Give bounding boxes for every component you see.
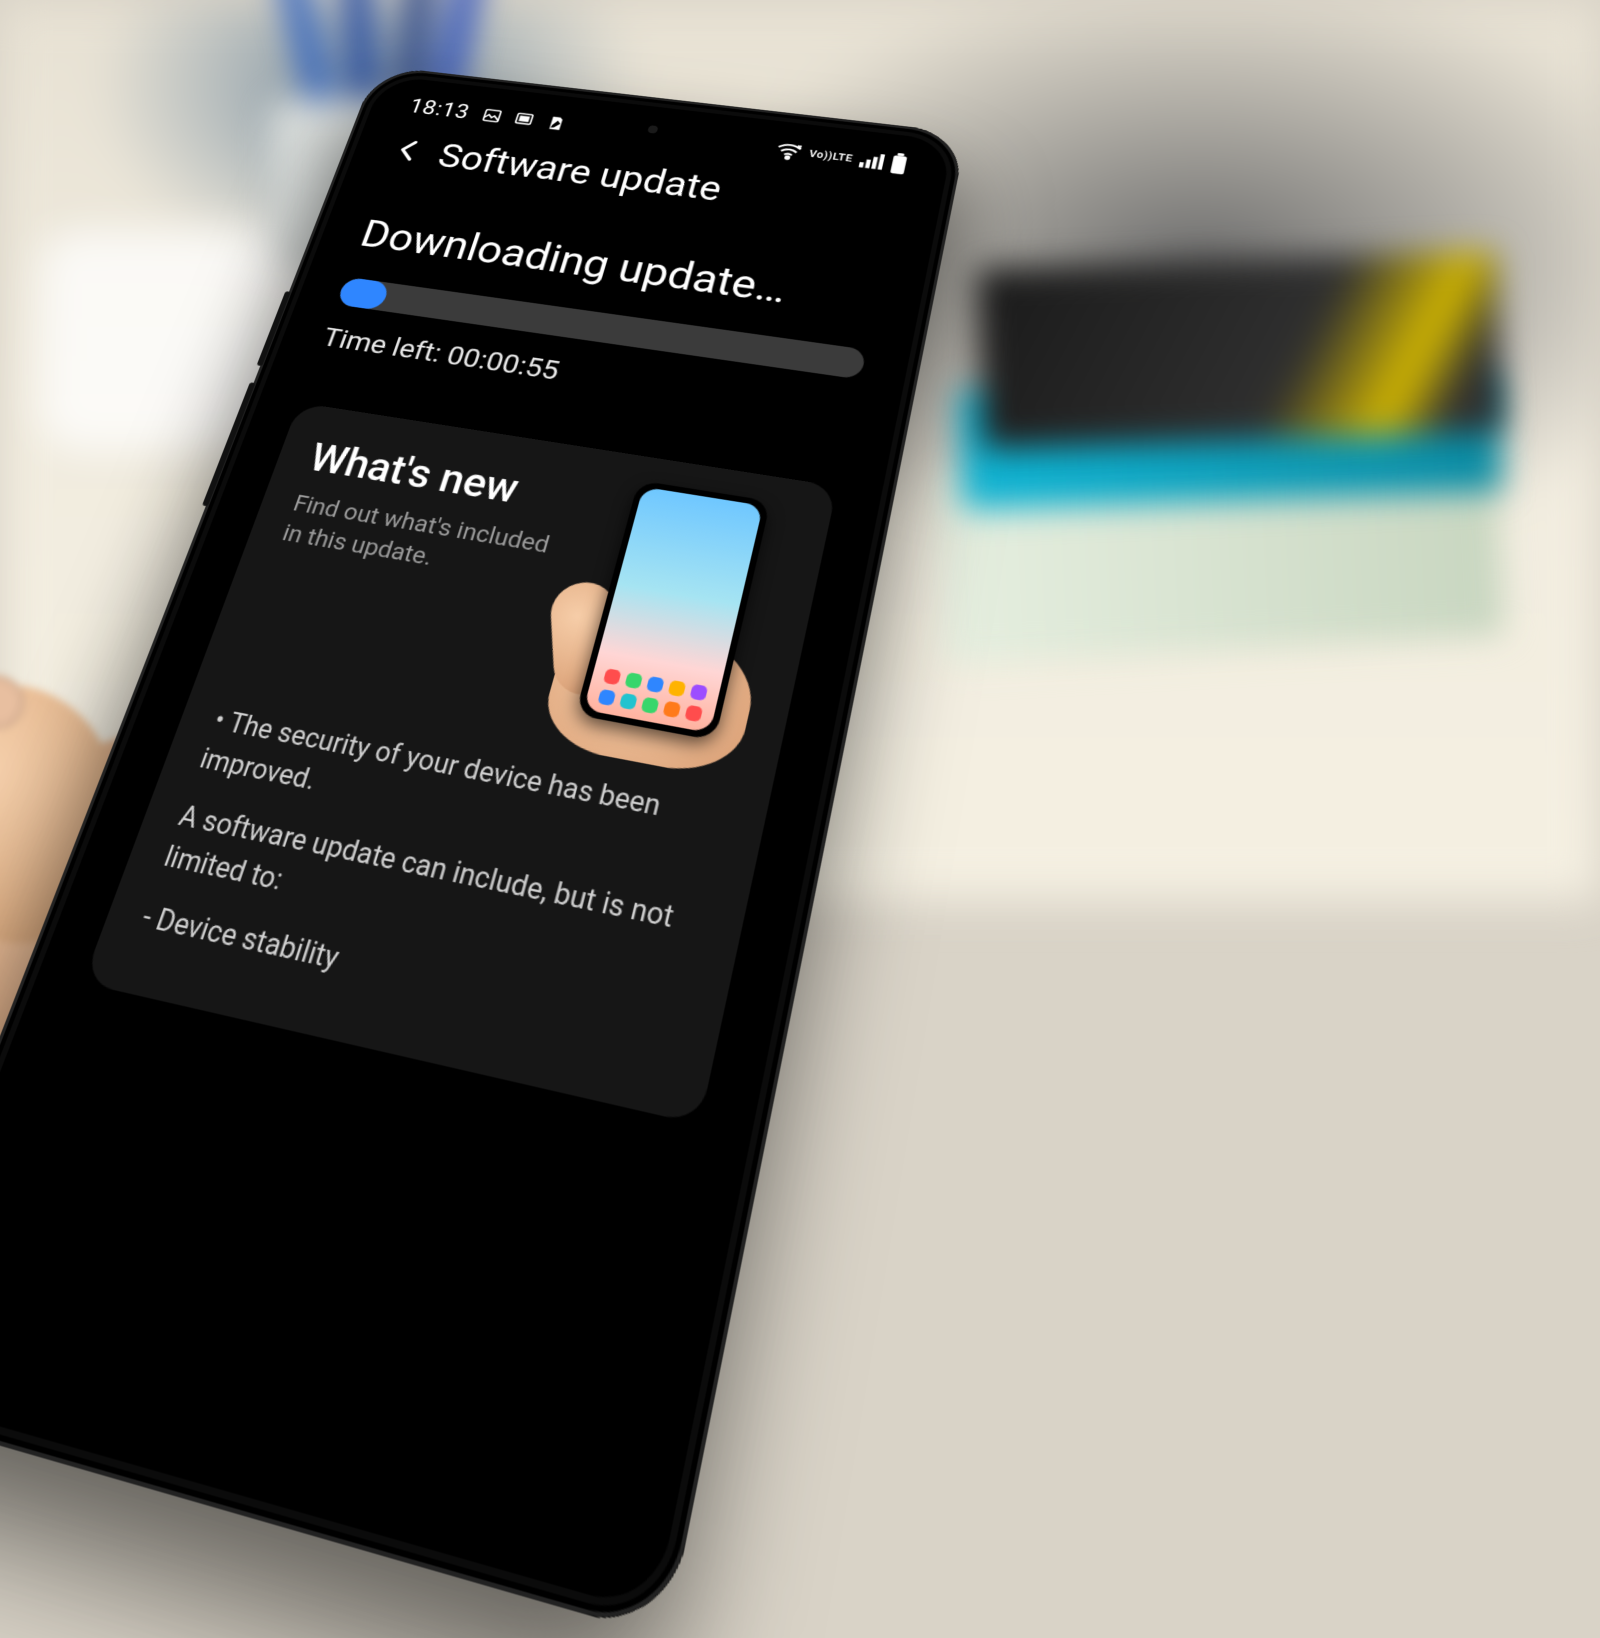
signal-icon (859, 152, 886, 170)
image-icon (478, 106, 507, 125)
status-time: 18:13 (406, 95, 473, 124)
battery-icon (889, 154, 909, 175)
note-icon (542, 114, 571, 133)
whats-new-illustration (530, 474, 798, 769)
wifi-icon (773, 141, 804, 161)
cast-icon (510, 110, 539, 129)
stack-of-books (920, 260, 1560, 690)
volte-indicator: Vo)) LTE (808, 150, 853, 163)
back-button[interactable] (388, 135, 428, 167)
